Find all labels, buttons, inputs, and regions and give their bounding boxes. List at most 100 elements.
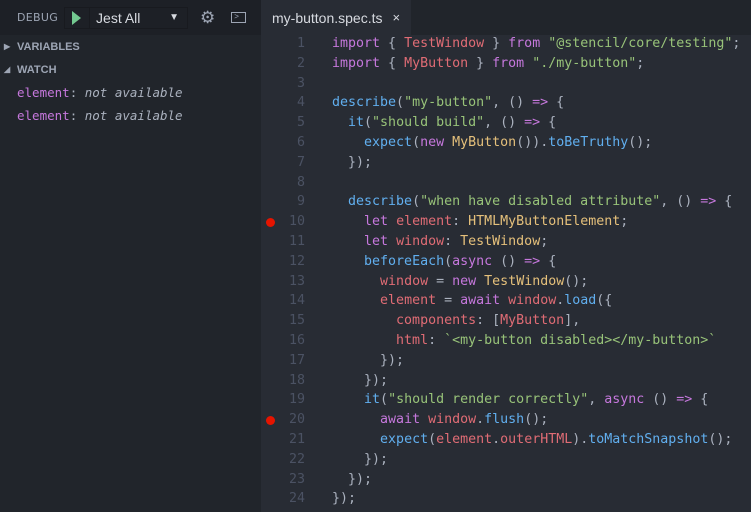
code-line[interactable]: 11 let window: TestWindow; [261,232,751,252]
code-token: : [444,234,461,249]
code-text: element = await window.load({ [332,291,612,311]
code-line[interactable]: 9 describe("when have disabled attribute… [261,192,751,212]
line-number: 5 [296,115,305,131]
code-token: } [468,55,493,71]
line-number: 19 [288,392,305,408]
code-line[interactable]: 16 html: `<my-button disabled></my-butto… [261,331,751,351]
code-token: expect [380,432,429,447]
watch-separator: : [69,108,85,123]
code-line[interactable]: 2 import { MyButton } from "./my-button"; [261,54,751,74]
code-line[interactable]: 24}); [261,489,751,509]
code-token: ( [364,115,373,131]
code-token: import [332,55,381,71]
start-debugging-play-icon[interactable] [72,10,82,25]
code-line[interactable]: 21 expect(element.outerHTML).toMatchSnap… [261,430,751,450]
code-text: expect(new MyButton()).toBeTruthy(); [332,133,652,153]
code-line[interactable]: 1 import { TestWindow } from "@stencil/co… [261,34,751,54]
code-line[interactable]: 15 components: [MyButton], [261,311,751,331]
code-token: async [604,392,645,408]
code-editor[interactable]: 1 import { TestWindow } from "@stencil/co… [261,34,751,512]
code-token: (); [524,412,549,428]
code-line[interactable]: 4 describe("my-button", () => { [261,93,751,113]
launch-config-select[interactable]: Jest All ▼ [64,6,189,29]
code-line[interactable]: 3 [261,74,751,94]
code-line[interactable]: 10 let element: HTMLMyButtonElement; [261,212,751,232]
code-line[interactable]: 12 beforeEach(async () => { [261,252,751,272]
launch-config-value[interactable]: Jest All [89,7,169,28]
code-token: ( [412,194,421,210]
code-token: async [452,253,493,269]
code-line[interactable]: 5 it("should build", () => { [261,113,751,133]
watch-name: element [17,85,70,100]
code-token: (); [628,135,653,150]
code-token: flush [484,412,525,428]
code-token: ; [620,214,629,230]
code-line[interactable]: 20 await window.flush(); [261,410,751,430]
code-token: { [716,194,733,210]
code-line[interactable]: 19 it("should render correctly", async (… [261,390,751,410]
code-text: }); [332,450,388,470]
code-token: MyButton [500,313,565,329]
watch-expression[interactable]: element: not available [0,81,261,104]
code-token: => [532,95,549,111]
code-token: outerHTML [500,432,573,447]
code-token: "should build" [372,115,485,131]
tab-title[interactable]: my-button.spec.ts [272,10,383,26]
code-line[interactable]: 17 }); [261,351,751,371]
code-token: ; [540,234,549,249]
code-token: => [524,253,541,269]
code-token: ({ [596,293,613,309]
code-text: window = new TestWindow(); [332,272,588,292]
code-token: ( [412,135,421,150]
tab-my-button-spec[interactable]: my-button.spec.ts × [261,0,411,35]
code-token: { [380,36,405,51]
code-line[interactable]: 6 expect(new MyButton()).toBeTruthy(); [261,133,751,153]
watch-expression[interactable]: element: not available [0,104,261,127]
close-icon[interactable]: × [393,10,401,25]
debug-sidebar: DEBUG Jest All ▼ ⚙ > ▶ VARIABLES ◢ WATCH… [0,0,261,512]
code-token: }); [332,491,357,507]
code-token: element [380,293,437,309]
line-number: 11 [288,234,305,249]
code-line[interactable]: 8 [261,173,751,193]
gear-icon[interactable]: ⚙ [200,8,215,28]
line-number: 22 [288,451,305,467]
code-token: from [492,55,525,71]
code-token: beforeEach [364,253,445,269]
code-token: let [364,234,389,249]
code-token: "@stencil/core/testing" [548,36,733,51]
code-line[interactable]: 14 element = await window.load({ [261,291,751,311]
code-token: { [380,55,405,71]
code-text: it("should build", () => { [332,113,556,133]
line-number: 15 [288,313,305,329]
code-token: window [380,273,429,289]
code-line[interactable]: 23 }); [261,470,751,490]
debug-toolbar: DEBUG Jest All ▼ ⚙ > [0,0,261,35]
code-token: : [452,214,469,230]
code-line[interactable]: 18 }); [261,371,751,391]
code-token: components [396,313,477,329]
watch-section-header[interactable]: ◢ WATCH [0,58,261,81]
debug-console-icon[interactable]: > [231,12,247,23]
line-number: 17 [288,352,305,368]
code-line[interactable]: 13 window = new TestWindow(); [261,272,751,292]
line-number: 13 [288,273,305,289]
code-token: , () [484,115,525,131]
code-token: load [564,293,597,309]
code-token: let [364,214,389,230]
variables-section-header[interactable]: ▶ VARIABLES [0,35,261,58]
code-text: it("should render correctly", async () =… [332,390,708,410]
code-line[interactable]: 7 }); [261,153,751,173]
code-text: describe("my-button", () => { [332,93,564,113]
code-token: import [332,36,381,51]
chevron-down-icon[interactable]: ▼ [169,12,179,23]
code-line[interactable]: 22 }); [261,450,751,470]
code-token: ; [636,55,645,71]
